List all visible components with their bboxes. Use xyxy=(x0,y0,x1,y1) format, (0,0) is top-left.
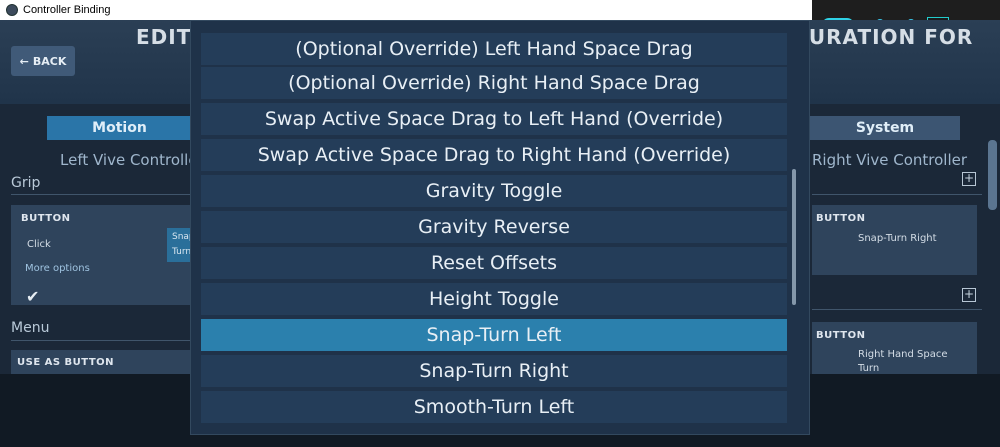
right-grip-divider xyxy=(812,194,982,195)
checkmark-icon[interactable]: ✔ xyxy=(26,287,39,306)
right-button-label-2: BUTTON xyxy=(816,330,866,341)
dropdown-option[interactable]: Gravity Toggle xyxy=(201,175,787,207)
action-dropdown-list[interactable]: (Optional Override) Left Hand Space Drag… xyxy=(190,20,810,435)
left-controller-label: Left Vive Controller xyxy=(60,151,204,169)
page-scrollbar[interactable] xyxy=(988,140,997,210)
menu-divider xyxy=(11,340,191,341)
dropdown-scrollbar[interactable] xyxy=(792,169,796,305)
arrow-left-icon: ← xyxy=(19,54,29,68)
window-title-bar: Controller Binding xyxy=(0,0,812,21)
add-binding-icon[interactable]: + xyxy=(962,172,976,186)
snap-turn-right-binding[interactable]: Snap-Turn Right xyxy=(858,233,937,244)
dropdown-option[interactable]: (Optional Override) Right Hand Space Dra… xyxy=(201,67,787,99)
back-label: BACK xyxy=(32,54,67,68)
right-menu-binding-card: BUTTON Right Hand Space Turn xyxy=(812,322,977,374)
dropdown-option[interactable]: Gravity Reverse xyxy=(201,211,787,243)
right-menu-divider xyxy=(812,309,982,310)
add-binding-icon-2[interactable]: + xyxy=(962,288,976,302)
right-controller-label: Right Vive Controller xyxy=(812,151,968,169)
menu-binding-card: USE AS BUTTON xyxy=(11,350,191,374)
dropdown-option[interactable]: Swap Active Space Drag to Left Hand (Ove… xyxy=(201,103,787,135)
steamvr-icon xyxy=(6,4,18,16)
grip-divider xyxy=(11,194,191,195)
tab-system[interactable]: System xyxy=(810,116,960,140)
dropdown-option[interactable]: Snap-Turn Right xyxy=(201,355,787,387)
dropdown-option[interactable]: Smooth-Turn Left xyxy=(201,391,787,423)
tab-motion[interactable]: Motion xyxy=(47,116,192,140)
button-mode-label: BUTTON xyxy=(21,213,71,224)
click-label: Click xyxy=(27,239,51,250)
right-grip-binding-card: BUTTON Snap-Turn Right xyxy=(812,205,977,275)
dropdown-option[interactable]: Reset Offsets xyxy=(201,247,787,279)
dropdown-option[interactable]: Height Toggle xyxy=(201,283,787,315)
window-title: Controller Binding xyxy=(23,4,111,16)
right-button-label: BUTTON xyxy=(816,213,866,224)
right-hand-space-turn-binding[interactable]: Right Hand Space Turn xyxy=(858,348,968,376)
dropdown-option[interactable]: Swap Active Space Drag to Right Hand (Ov… xyxy=(201,139,787,171)
more-options-link[interactable]: More options xyxy=(25,263,90,274)
menu-section-label: Menu xyxy=(11,320,50,336)
use-as-button-label: USE AS BUTTON xyxy=(17,357,115,368)
dropdown-option[interactable]: (Optional Override) Left Hand Space Drag xyxy=(201,33,787,65)
back-button[interactable]: ← BACK xyxy=(11,46,75,76)
grip-section-label: Grip xyxy=(11,175,41,191)
dropdown-option-selected[interactable]: Snap-Turn Left xyxy=(201,319,787,351)
